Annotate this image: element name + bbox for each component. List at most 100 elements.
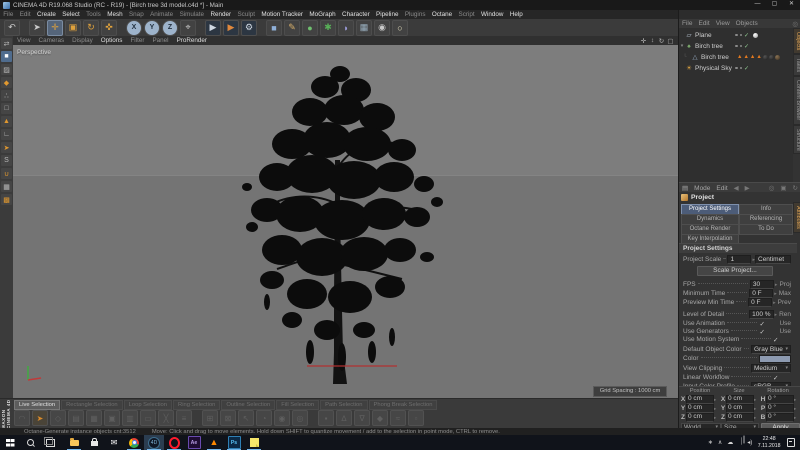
rotation-b-input[interactable]: 0 ° xyxy=(766,413,794,422)
deformer-button[interactable]: ◗ xyxy=(338,20,354,36)
enabled-check-icon[interactable]: ✓ xyxy=(744,65,749,72)
size-x-input[interactable]: 0 cm xyxy=(726,395,754,404)
sticky-notes-icon[interactable] xyxy=(244,435,264,450)
menu-character[interactable]: Character xyxy=(339,11,373,18)
shelf-tool-icon[interactable]: ▣ xyxy=(104,410,120,426)
menu-motion-tracker[interactable]: Motion Tracker xyxy=(258,11,306,18)
undo-icon[interactable]: ↶ xyxy=(4,20,20,36)
volume-icon[interactable]: ◂) xyxy=(745,439,755,446)
network-icon[interactable] xyxy=(736,439,745,446)
vp-menu-view[interactable]: View xyxy=(13,37,35,44)
section-header[interactable]: Project Settings xyxy=(679,243,797,253)
pan-view-icon[interactable]: ✛ xyxy=(639,37,648,45)
menu-edit[interactable]: Edit xyxy=(17,11,34,18)
tab-objects[interactable]: Objects xyxy=(793,28,800,54)
edges-mode-icon[interactable]: □ xyxy=(1,103,12,114)
om-menu-view[interactable]: View xyxy=(713,20,733,27)
tab-to-do[interactable]: To Do xyxy=(739,224,793,235)
shelf-tool-icon[interactable]: ▤ xyxy=(68,410,84,426)
menu-render[interactable]: Render xyxy=(207,11,234,18)
vp-menu-panel[interactable]: Panel xyxy=(148,37,172,44)
menu-window[interactable]: Window xyxy=(478,11,507,18)
viewport[interactable]: View Cameras Display Options Filter Pane… xyxy=(13,36,678,398)
shelf-tool-icon[interactable]: ◇ xyxy=(50,410,66,426)
rotate-tool[interactable]: ↻ xyxy=(83,20,99,36)
warning-icon[interactable]: ▲ xyxy=(750,55,755,60)
shelf-tab-phong-break-selection[interactable]: Phong Break Selection xyxy=(369,400,438,410)
vp-menu-display[interactable]: Display xyxy=(68,37,97,44)
shelf-tool-icon[interactable]: ▭ xyxy=(140,410,156,426)
warning-icon[interactable]: ▲ xyxy=(756,55,761,60)
linear-workflow-checkbox[interactable]: ✓ xyxy=(773,374,791,382)
shelf-tool-icon[interactable]: ▪ xyxy=(318,410,334,426)
shelf-tool-icon[interactable]: ◆ xyxy=(372,410,388,426)
snap-toggle-icon[interactable]: S xyxy=(1,155,12,166)
shelf-tool-icon[interactable]: ⊠ xyxy=(220,410,236,426)
tray-misc-icon[interactable]: ∗ xyxy=(705,439,715,446)
menu-select[interactable]: Select xyxy=(59,11,83,18)
enabled-check-icon[interactable]: ✓ xyxy=(744,43,749,50)
shelf-tool-icon[interactable]: ◉ xyxy=(274,410,290,426)
visibility-dots[interactable] xyxy=(735,45,742,48)
chrome-icon[interactable] xyxy=(124,435,144,450)
position-z-input[interactable]: 0 cm xyxy=(686,413,714,422)
menu-snap[interactable]: Snap xyxy=(126,11,147,18)
menu-plugins[interactable]: Plugins xyxy=(402,11,429,18)
use-motion-system-checkbox[interactable]: ✓ xyxy=(773,336,791,344)
menu-pipeline[interactable]: Pipeline xyxy=(373,11,402,18)
shelf-tool-icon[interactable]: ≡ xyxy=(176,410,192,426)
model-mode-icon[interactable]: ■ xyxy=(1,51,12,62)
view-clipping-dropdown[interactable]: Medium▾ xyxy=(751,364,791,373)
rotation-p-input[interactable]: 0 ° xyxy=(766,404,794,413)
x-axis-lock[interactable]: X xyxy=(126,20,142,36)
subdivision-surface-button[interactable]: ● xyxy=(302,20,318,36)
menu-animate[interactable]: Animate xyxy=(147,11,176,18)
search-button[interactable] xyxy=(20,435,40,450)
warning-icon[interactable]: ▲ xyxy=(743,55,748,60)
axis-mode-icon[interactable]: ∟ xyxy=(1,129,12,140)
object-row-physical-sky[interactable]: ☀ Physical Sky ✓ xyxy=(679,63,793,73)
spline-pen-button[interactable]: ✎ xyxy=(284,20,300,36)
visibility-dots[interactable] xyxy=(735,34,742,37)
history-icon[interactable]: ↻ xyxy=(790,184,800,192)
material-tag[interactable] xyxy=(775,55,780,60)
tab-content-browser[interactable]: Content Browser xyxy=(793,76,800,124)
rotation-h-input[interactable]: 0 ° xyxy=(766,395,794,404)
mograph-object-button[interactable]: ✱ xyxy=(320,20,336,36)
live-selection-tool[interactable]: ➤ xyxy=(29,20,45,36)
cinema4d-taskbar-icon[interactable]: 4D xyxy=(144,435,164,450)
task-view-button[interactable] xyxy=(40,435,60,450)
shelf-tool-icon[interactable]: ▫ xyxy=(408,410,424,426)
shelf-tab-fill-selection[interactable]: Fill Selection xyxy=(276,400,319,410)
environment-floor-button[interactable]: ▦ xyxy=(356,20,372,36)
material-tag[interactable] xyxy=(753,33,758,38)
minimum-time-input[interactable]: 0 F xyxy=(749,289,773,298)
shelf-tool-icon[interactable]: ▦ xyxy=(86,410,102,426)
grid-icon[interactable]: ▤ xyxy=(679,184,691,192)
move-tool[interactable]: ✛ xyxy=(47,20,63,36)
points-mode-icon[interactable]: ∴ xyxy=(1,90,12,101)
shelf-tab-outline-selection[interactable]: Outline Selection xyxy=(221,400,275,410)
vp-menu-options[interactable]: Options xyxy=(97,37,127,44)
unit-dropdown[interactable]: Centimet xyxy=(755,255,791,264)
maximize-button[interactable]: ▢ xyxy=(766,0,783,10)
object-row-birch-child[interactable]: └ △ Birch tree ▲ ▲ ▲ ▲ xyxy=(679,52,793,62)
shelf-tool-icon[interactable]: ╳ xyxy=(158,410,174,426)
tab-structure[interactable]: Structure xyxy=(793,125,800,155)
render-picture-viewer-button[interactable]: ▶ xyxy=(223,20,239,36)
shelf-tab-path-selection[interactable]: Path Selection xyxy=(320,400,367,410)
fps-input[interactable]: 30 xyxy=(750,280,774,289)
vp-menu-filter[interactable]: Filter xyxy=(126,37,148,44)
enabled-check-icon[interactable]: ✓ xyxy=(744,32,749,39)
shelf-tool-icon[interactable]: ≈ xyxy=(390,410,406,426)
shelf-tool-icon[interactable]: ↖ xyxy=(238,410,254,426)
shelf-tool-icon[interactable]: ◠ xyxy=(14,410,30,426)
menu-script[interactable]: Script xyxy=(455,11,477,18)
coordinate-system-icon[interactable]: ⌖ xyxy=(180,20,196,36)
shelf-tool-icon[interactable]: ∇ xyxy=(354,410,370,426)
default-object-color-dropdown[interactable]: Gray Blue▾ xyxy=(751,345,791,354)
workplane-paint-icon[interactable]: ◆ xyxy=(1,77,12,88)
close-button[interactable]: ✕ xyxy=(783,0,800,10)
material-tag[interactable] xyxy=(763,55,768,60)
vlc-icon[interactable]: ▲ xyxy=(204,435,224,450)
